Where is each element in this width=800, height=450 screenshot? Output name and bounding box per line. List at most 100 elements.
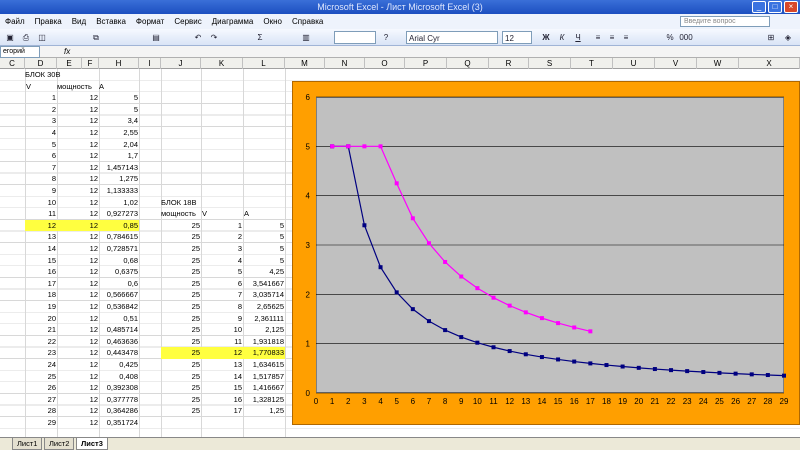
table-cell[interactable]: 11 — [25, 208, 57, 220]
table-cell[interactable]: 27 — [25, 394, 57, 406]
table-cell[interactable]: 14 — [201, 371, 243, 383]
table-cell[interactable]: 16 — [201, 394, 243, 406]
table-header-cell[interactable]: V — [26, 81, 56, 93]
table-cell[interactable]: 7 — [25, 162, 57, 174]
table-cell[interactable]: 12 — [57, 289, 99, 301]
menu-help[interactable]: Справка — [287, 17, 328, 26]
table-cell[interactable]: 25 — [161, 220, 201, 232]
table-cell[interactable]: 12 — [57, 231, 99, 243]
table-cell[interactable]: 3,035714 — [243, 289, 285, 301]
close-button[interactable]: × — [784, 1, 798, 13]
table-header-cell[interactable]: V — [202, 208, 242, 220]
table-cell[interactable]: 15 — [25, 255, 57, 267]
table-cell[interactable]: 2,55 — [99, 127, 139, 139]
table-cell[interactable]: 4 — [25, 127, 57, 139]
table-cell[interactable]: 5 — [243, 255, 285, 267]
column-header[interactable]: R — [489, 58, 529, 69]
menu-view[interactable]: Вид — [67, 17, 91, 26]
minimize-button[interactable]: _ — [752, 1, 766, 13]
table-cell[interactable]: 12 — [57, 336, 99, 348]
table-cell[interactable]: 12 — [57, 127, 99, 139]
table-cell[interactable]: 14 — [25, 243, 57, 255]
table-cell[interactable]: 20 — [25, 313, 57, 325]
table-cell[interactable]: 25 — [161, 347, 201, 359]
table-cell[interactable]: 4 — [201, 255, 243, 267]
table-header-cell[interactable]: мощность — [57, 81, 99, 93]
column-header[interactable]: C — [0, 58, 25, 69]
table-cell[interactable]: 0,408 — [99, 371, 139, 383]
column-header[interactable]: E — [57, 58, 82, 69]
table-cell[interactable]: 1,416667 — [243, 382, 285, 394]
table-cell[interactable]: 12 — [57, 301, 99, 313]
table-cell[interactable]: 1 — [25, 92, 57, 104]
autosum-icon[interactable]: Σ — [254, 31, 266, 44]
table-cell[interactable]: 13 — [201, 359, 243, 371]
table-cell[interactable]: 12 — [57, 371, 99, 383]
column-header[interactable]: D — [25, 58, 57, 69]
table-cell[interactable]: 12 — [57, 162, 99, 174]
table-cell[interactable]: 13 — [25, 231, 57, 243]
table-cell[interactable]: 22 — [25, 336, 57, 348]
table-cell[interactable]: 25 — [161, 243, 201, 255]
table-cell[interactable]: 12 — [57, 115, 99, 127]
paste-icon[interactable]: ▤ — [150, 31, 162, 44]
name-box[interactable]: егорий — [0, 46, 40, 58]
table-cell[interactable]: 25 — [161, 278, 201, 290]
column-header[interactable]: T — [571, 58, 613, 69]
table-cell[interactable]: 7 — [201, 289, 243, 301]
table-cell[interactable]: 0,68 — [99, 255, 139, 267]
table-cell[interactable]: 5 — [25, 139, 57, 151]
table-cell[interactable]: 15 — [201, 382, 243, 394]
table-cell[interactable]: 5 — [201, 266, 243, 278]
column-header[interactable]: O — [365, 58, 405, 69]
column-header[interactable]: P — [405, 58, 447, 69]
column-header[interactable]: K — [201, 58, 243, 69]
table-cell[interactable]: 12 — [57, 139, 99, 151]
block30-title[interactable]: БЛОК 30В — [25, 69, 105, 81]
redo-icon[interactable]: ↷ — [208, 31, 220, 44]
menu-chart[interactable]: Диаграмма — [207, 17, 259, 26]
save-icon[interactable]: ▣ — [4, 31, 16, 44]
table-cell[interactable]: 0,463636 — [99, 336, 139, 348]
table-cell[interactable]: 25 — [161, 289, 201, 301]
table-cell[interactable]: 5 — [243, 220, 285, 232]
bold-button[interactable]: Ж — [540, 31, 552, 44]
table-cell[interactable]: 16 — [25, 266, 57, 278]
table-cell[interactable]: 12 — [201, 347, 243, 359]
table-cell[interactable]: 6 — [25, 150, 57, 162]
column-header[interactable]: I — [139, 58, 161, 69]
table-cell[interactable]: 12 — [57, 219, 99, 232]
table-cell[interactable]: 1,931818 — [243, 336, 285, 348]
table-cell[interactable]: 12 — [57, 278, 99, 290]
column-header[interactable]: N — [325, 58, 365, 69]
block18-title[interactable]: БЛОК 18В — [161, 197, 241, 209]
maximize-button[interactable]: □ — [768, 1, 782, 13]
table-cell[interactable]: 3,4 — [99, 115, 139, 127]
align-center-icon[interactable]: ≡ — [606, 31, 618, 44]
table-header-cell[interactable]: мощность — [161, 208, 201, 220]
table-cell[interactable]: 0,485714 — [99, 324, 139, 336]
borders-icon[interactable]: ⊞ — [765, 31, 777, 44]
column-header[interactable]: Q — [447, 58, 489, 69]
table-cell[interactable]: 1,7 — [99, 150, 139, 162]
table-cell[interactable]: 12 — [25, 219, 57, 232]
table-cell[interactable]: 6 — [201, 278, 243, 290]
align-right-icon[interactable]: ≡ — [620, 31, 632, 44]
menu-window[interactable]: Окно — [258, 17, 287, 26]
column-header[interactable]: F — [82, 58, 99, 69]
table-cell[interactable]: 1,275 — [99, 173, 139, 185]
table-cell[interactable]: 1,25 — [243, 405, 285, 417]
table-cell[interactable]: 0,566667 — [99, 289, 139, 301]
table-cell[interactable]: 12 — [57, 255, 99, 267]
table-cell[interactable]: 11 — [201, 336, 243, 348]
table-cell[interactable]: 2,04 — [99, 139, 139, 151]
menu-file[interactable]: Файл — [0, 17, 30, 26]
table-cell[interactable]: 25 — [161, 313, 201, 325]
table-cell[interactable]: 2,125 — [243, 324, 285, 336]
table-cell[interactable]: 25 — [161, 255, 201, 267]
thousands-button[interactable]: 000 — [678, 31, 694, 44]
column-header[interactable]: X — [739, 58, 800, 69]
table-cell[interactable]: 0,927273 — [99, 208, 139, 220]
table-cell[interactable]: 17 — [201, 405, 243, 417]
table-cell[interactable]: 12 — [57, 382, 99, 394]
